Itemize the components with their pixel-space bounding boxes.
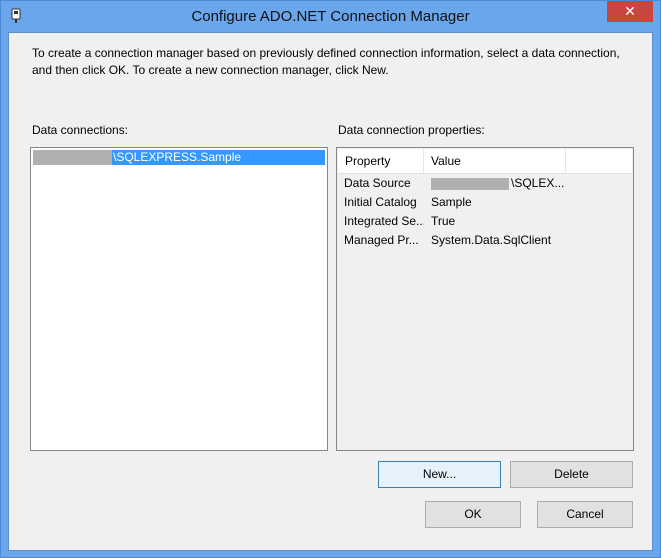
property-name: Data Source: [344, 176, 411, 190]
property-name: Managed Pr...: [344, 233, 419, 247]
new-button[interactable]: New...: [378, 461, 501, 488]
property-value: True: [431, 214, 456, 228]
table-row[interactable]: Data Source \SQLEX...: [338, 174, 632, 193]
title-bar[interactable]: Configure ADO.NET Connection Manager ✕: [1, 1, 660, 32]
column-header-property[interactable]: Property: [338, 149, 424, 173]
delete-button[interactable]: Delete: [510, 461, 633, 488]
list-item-label: \SQLEXPRESS.Sample: [113, 150, 242, 164]
instruction-text: To create a connection manager based on …: [32, 46, 620, 77]
redacted-server-name: [33, 150, 112, 165]
column-header-value[interactable]: Value: [424, 149, 566, 173]
close-button[interactable]: ✕: [607, 1, 653, 22]
properties-header: Property Value: [338, 149, 632, 174]
property-name: Initial Catalog: [344, 195, 417, 209]
redacted-server-name: [431, 177, 509, 190]
data-connection-properties-label: Data connection properties:: [338, 123, 485, 137]
data-connections-list[interactable]: \SQLEXPRESS.Sample: [30, 147, 328, 451]
properties-grid[interactable]: Property Value Data Source \SQLEX... Ini…: [336, 147, 634, 451]
table-row[interactable]: Initial Catalog Sample: [338, 193, 632, 212]
dialog-window: Configure ADO.NET Connection Manager ✕ T…: [0, 0, 661, 558]
table-row[interactable]: Managed Pr... System.Data.SqlClient: [338, 231, 632, 250]
window-title: Configure ADO.NET Connection Manager: [191, 8, 470, 25]
data-connections-label: Data connections:: [32, 123, 129, 137]
property-value-cell: \SQLEX...: [431, 174, 564, 193]
dialog-body: To create a connection manager based on …: [8, 32, 653, 551]
property-value: Sample: [431, 195, 472, 209]
list-item[interactable]: \SQLEXPRESS.Sample: [33, 150, 325, 165]
cancel-button[interactable]: Cancel: [537, 501, 633, 528]
property-value: \SQLEX...: [511, 176, 565, 190]
table-row[interactable]: Integrated Se... True: [338, 212, 632, 231]
property-value: System.Data.SqlClient: [431, 233, 552, 247]
ok-button[interactable]: OK: [425, 501, 521, 528]
property-name: Integrated Se...: [344, 214, 424, 228]
